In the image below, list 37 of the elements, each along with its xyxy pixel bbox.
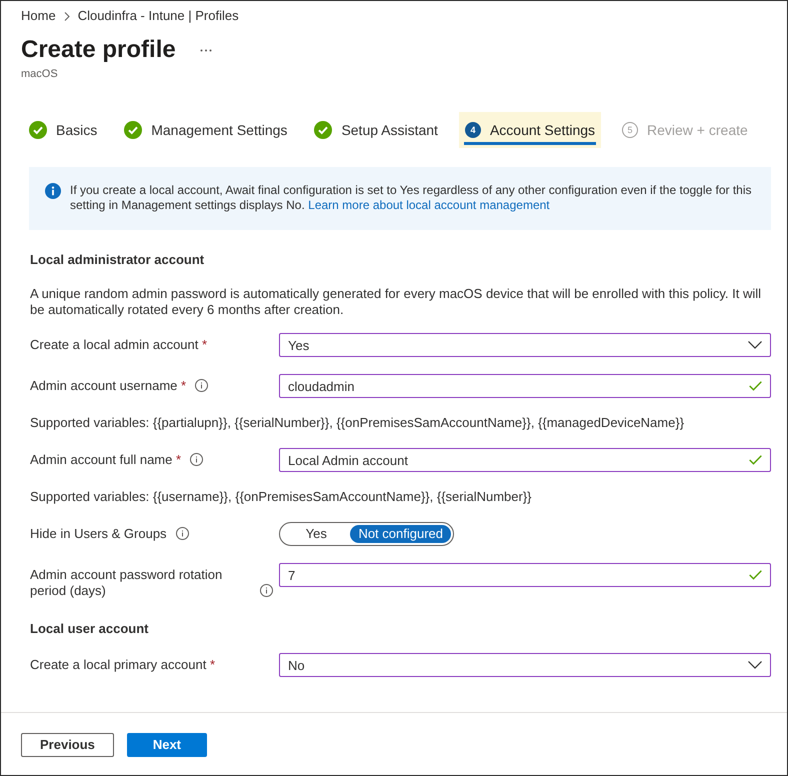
step-number: 5 [622, 122, 638, 138]
toggle-option[interactable]: Yes [282, 525, 350, 543]
input-field[interactable]: Local Admin account [279, 448, 771, 472]
wizard-step[interactable]: Setup Assistant [308, 112, 444, 148]
input-field[interactable]: 7 [279, 563, 771, 587]
chevron-right-icon [64, 12, 70, 20]
field-label: Admin account password rotation period (days) [30, 567, 224, 599]
field-label: Hide in Users & Groups [30, 526, 167, 542]
field-note: Supported variables: {{partialupn}}, {{serialNumber}}, {{onPremisesSamAccountName}}, {{managedDeviceName}} [29, 415, 686, 431]
field-label: Admin account username * [30, 378, 186, 394]
next-button[interactable]: Next [126, 733, 207, 757]
learn-more-link[interactable]: Learn more about local account management [308, 198, 550, 212]
breadcrumb-link[interactable]: Home [21, 8, 56, 24]
wizard-step[interactable]: 4 Account Settings [458, 112, 602, 148]
section-heading: Local user account [29, 621, 150, 637]
field-label: Create a local admin account * [30, 337, 208, 353]
toggle-option[interactable]: Not configured [350, 525, 451, 543]
input-field[interactable]: cloudadmin [279, 374, 771, 398]
chevron-down-icon [748, 661, 762, 669]
step-number: 4 [464, 122, 481, 138]
wizard-step[interactable]: Basics [23, 112, 104, 148]
field-note: Supported variables: {{username}}, {{onPremisesSamAccountName}}, {{serialNumber}} [29, 489, 533, 505]
dropdown[interactable]: No [279, 653, 771, 677]
previous-button[interactable]: Previous [21, 733, 114, 757]
dropdown[interactable]: Yes [279, 333, 771, 357]
banner-text: If you create a local account, Await final configuration is set to Yes regardless of any other configuration even if the toggle for this setting in Management settings displays No. Learn more about local account management [70, 183, 753, 213]
wizard-step[interactable]: Management Settings [118, 112, 294, 148]
breadcrumb-link[interactable]: Cloudinfra - Intune | Profiles [78, 8, 239, 24]
page-subtitle: macOS [21, 67, 58, 81]
section-description: A unique random admin password is automatically generated for every macOS device that will be enrolled with this policy. It will be automatically rotated every 6 months after creation. [29, 286, 762, 318]
info-icon [45, 183, 61, 199]
field-label: Create a local primary account * [30, 657, 215, 673]
chevron-down-icon [748, 341, 762, 349]
more-icon[interactable] [200, 48, 212, 52]
field-label: Admin account full name * [30, 452, 182, 468]
page-title: Create profile [21, 35, 176, 65]
section-heading: Local administrator account [29, 252, 206, 268]
